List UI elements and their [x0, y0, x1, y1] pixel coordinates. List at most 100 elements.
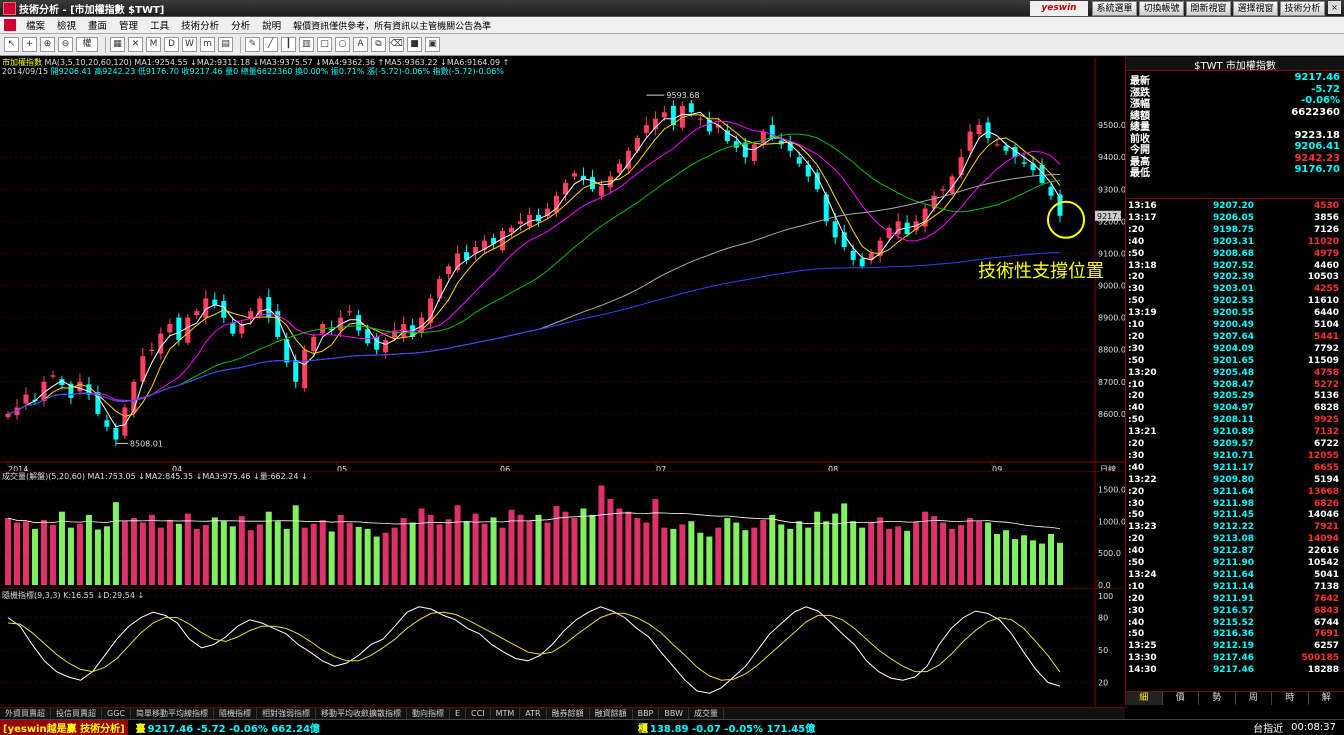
indicator-tab[interactable]: BBW: [659, 708, 689, 719]
tick-volume: 11020: [1307, 236, 1339, 247]
candle-body: [383, 340, 389, 353]
select-window-button[interactable]: 選擇視窗: [1233, 1, 1278, 16]
tick-row: 13:21 9210.89 7132: [1126, 427, 1344, 439]
bar-icon[interactable]: ▥: [299, 37, 314, 52]
tick-volume: 6722: [1313, 439, 1339, 449]
tick-price: 9207.64: [1213, 331, 1254, 342]
y-tick-label: 20: [1098, 678, 1108, 687]
grid-icon[interactable]: ▦: [110, 37, 125, 52]
volume-bar: [607, 498, 614, 585]
technical-analysis-button[interactable]: 技術分析: [1280, 1, 1325, 16]
menu-help[interactable]: 說明: [256, 18, 287, 32]
quote-tab[interactable]: 細: [1126, 692, 1163, 705]
tick-volume: 7126: [1313, 224, 1339, 235]
save-icon[interactable]: ▣: [425, 37, 440, 52]
kd-chart-pane[interactable]: 隨機指標(9,3,3) K:16.55 ↓D:29.54 ↓ 100 80 50 20: [0, 588, 1125, 707]
quote-tab[interactable]: 周: [1236, 692, 1272, 705]
crosshair-icon[interactable]: +: [22, 37, 37, 52]
minute-icon[interactable]: ▤: [218, 37, 233, 52]
circle-icon[interactable]: ○: [335, 37, 350, 52]
quote-tab[interactable]: 價: [1163, 692, 1199, 705]
candle-body: [509, 227, 515, 233]
tick-row: :30 9210.71 12055: [1126, 451, 1344, 463]
indicator-tab[interactable]: GGC: [102, 708, 131, 719]
indicator-tab[interactable]: ATR: [520, 708, 547, 719]
account-label[interactable]: 台指近: [1253, 720, 1283, 735]
menu-analysis[interactable]: 分析: [225, 18, 256, 32]
candle-icon[interactable]: ┃: [281, 37, 296, 52]
tick-price: 9204.97: [1213, 403, 1254, 414]
indicator-tab[interactable]: 投信買賣超: [51, 708, 102, 719]
system-menu-button[interactable]: 系統選單: [1092, 1, 1137, 16]
indicator-tab[interactable]: 简單移動平均線指標: [131, 708, 214, 719]
menu-screen[interactable]: 畫面: [82, 18, 113, 32]
volume-bar: [382, 532, 389, 585]
quote-tab[interactable]: 解: [1309, 692, 1344, 705]
tick-price: 9202.39: [1213, 272, 1254, 283]
doc-icon: [4, 19, 16, 31]
rect-icon[interactable]: □: [317, 37, 332, 52]
volume-bar: [517, 514, 524, 585]
indicator-tab[interactable]: E: [450, 708, 467, 719]
volume-bar: [733, 522, 740, 585]
zoom-out-icon[interactable]: ⊖: [58, 37, 73, 52]
candle-body: [589, 177, 595, 190]
period-icon[interactable]: M: [146, 37, 161, 52]
quote-tab[interactable]: 時: [1272, 692, 1309, 705]
tick-row: :40 9203.31 11020: [1126, 237, 1344, 249]
indicator-tab[interactable]: 成交量: [689, 708, 724, 719]
month-icon[interactable]: m: [200, 37, 215, 52]
volume-chart: 1500.0 1000.0 500.0 0.0: [0, 471, 1125, 588]
volume-bar: [526, 521, 533, 585]
menu-technical-analysis[interactable]: 技術分析: [175, 18, 225, 32]
text-icon[interactable]: A: [353, 37, 368, 52]
copy-icon[interactable]: ⧉: [371, 37, 386, 52]
volume-bar: [958, 525, 965, 585]
indicator-tab[interactable]: 融券餘額: [547, 708, 590, 719]
zoom-in-icon[interactable]: ⊕: [40, 37, 55, 52]
eraser-icon[interactable]: ⌫: [389, 37, 404, 52]
tick-row: :10 9200.49 5104: [1126, 320, 1344, 332]
line-icon[interactable]: ╱: [263, 37, 278, 52]
new-window-button[interactable]: 開新視窗: [1186, 1, 1231, 16]
volume-bar: [76, 523, 83, 585]
close-chart-icon[interactable]: ✕: [128, 37, 143, 52]
indicator-tab[interactable]: 隨機指標: [214, 708, 257, 719]
volume-bar: [796, 521, 803, 585]
tick-volume: 4979: [1313, 248, 1339, 259]
price-chart-pane[interactable]: 市加權指數 MA(3,5,10,20,60,120) MA1:9254.55 ↓…: [0, 57, 1125, 471]
tick-list[interactable]: 13:16 9207.20 4530 13:17 9206.05 3856:20 9198.…: [1126, 198, 1344, 683]
menu-manage[interactable]: 管理: [113, 18, 144, 32]
draw-icon[interactable]: ✎: [245, 37, 260, 52]
close-icon[interactable]: ×: [1328, 1, 1341, 14]
indicator-tab[interactable]: 動向指標: [407, 708, 450, 719]
menu-file[interactable]: 檔案: [20, 18, 51, 32]
quote-tab[interactable]: 勢: [1199, 692, 1236, 705]
tick-volume: 6828: [1313, 403, 1339, 414]
tick-volume: 4758: [1313, 367, 1339, 378]
color-icon[interactable]: ■: [407, 37, 422, 52]
switch-account-button[interactable]: 切換帳號: [1139, 1, 1184, 16]
tick-volume: 6843: [1313, 605, 1339, 616]
candle-body: [769, 125, 775, 138]
indicator-tab[interactable]: 相對強弱指標: [257, 708, 316, 719]
tick-row: :50 9211.90 10542: [1126, 558, 1344, 570]
tick-time: :30: [1128, 605, 1145, 616]
indicator-tab[interactable]: MTM: [491, 708, 521, 719]
week-icon[interactable]: W: [182, 37, 197, 52]
indicator-tab[interactable]: 移動平均收斂擴散指標: [316, 708, 407, 719]
menu-tools[interactable]: 工具: [144, 18, 175, 32]
menu-view[interactable]: 檢視: [51, 18, 82, 32]
cursor-icon[interactable]: ↖: [4, 37, 19, 52]
day-icon[interactable]: D: [164, 37, 179, 52]
indicator-tab[interactable]: 融資餘額: [590, 708, 633, 719]
menu-bar: 檔案 檢視 畫面 管理 工具 技術分析 分析 說明 報價資訊僅供參考，所有資訊以…: [0, 17, 1344, 34]
indicator-tab[interactable]: CCI: [466, 708, 491, 719]
candle-body: [230, 322, 236, 334]
tick-price: 9204.09: [1213, 343, 1254, 354]
indicator-tab[interactable]: BBP: [633, 708, 660, 719]
rights-selector[interactable]: 權: [76, 37, 98, 52]
tick-row: :30 9216.57 6843: [1126, 606, 1344, 618]
indicator-tab[interactable]: 外資買賣超: [0, 708, 51, 719]
volume-chart-pane[interactable]: 成交量(解盤)(5,20,60) MA1:753.05 ↓MA2:845.35 …: [0, 471, 1125, 588]
